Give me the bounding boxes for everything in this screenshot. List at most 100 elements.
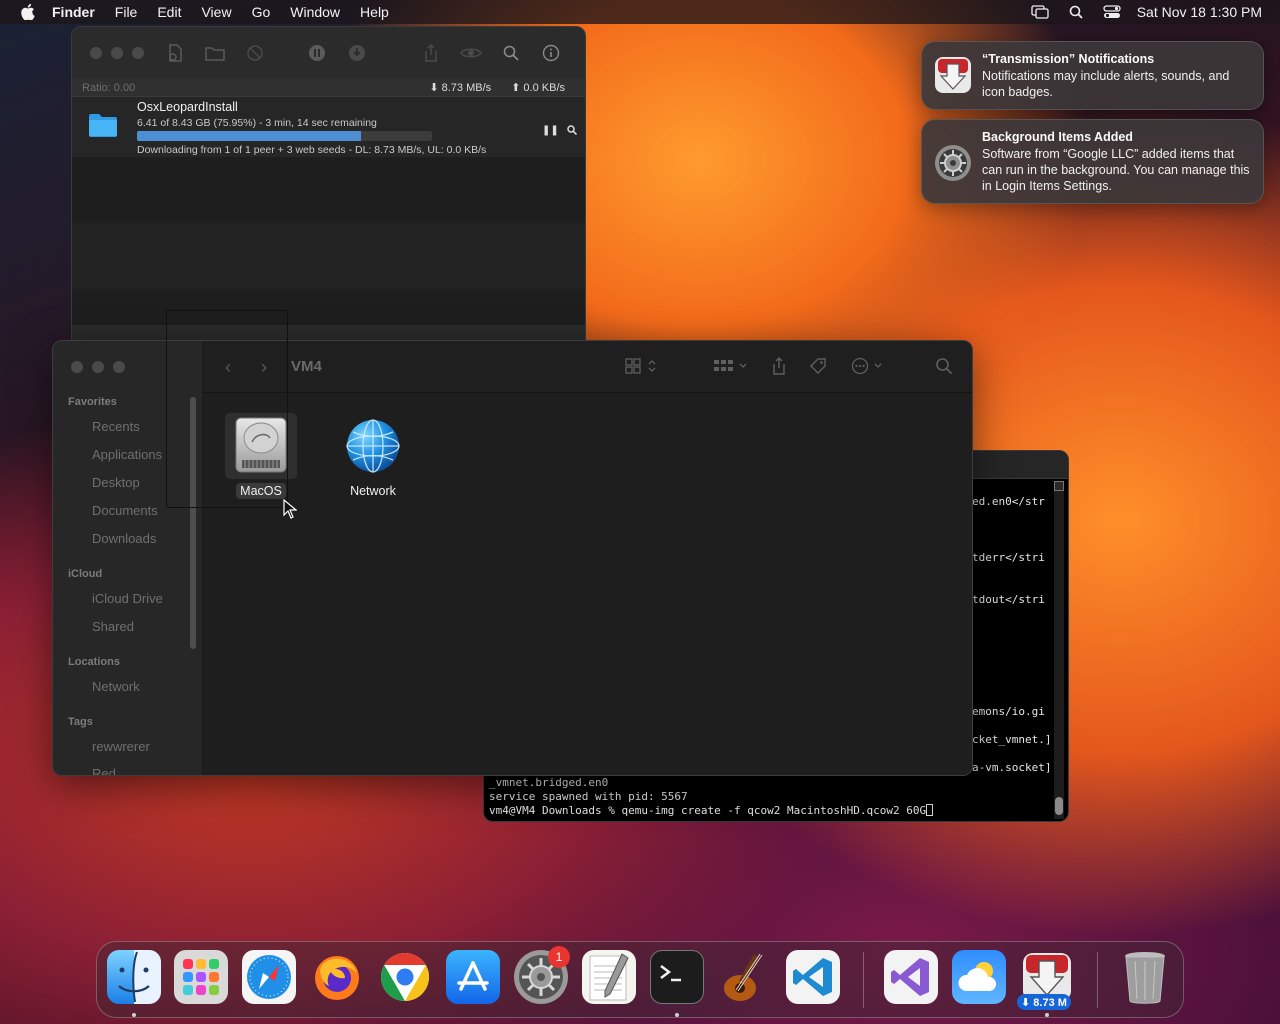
inspector-info-icon[interactable] <box>540 42 562 64</box>
file-item-network[interactable]: Network <box>328 413 418 500</box>
sidebar-header-tags: Tags <box>68 716 93 728</box>
terminal-scrollbar[interactable] <box>1054 481 1064 819</box>
menu-bar: Finder File Edit View Go Window Help Sat… <box>0 0 1280 24</box>
torrent-progress-fill <box>137 131 362 141</box>
menu-app-finder[interactable]: Finder <box>52 4 95 20</box>
dock-finder-icon[interactable] <box>107 950 161 1004</box>
apple-menu-icon[interactable] <box>18 2 38 22</box>
hard-drive-icon <box>225 413 297 479</box>
scroll-up-arrow-icon[interactable] <box>1054 481 1064 491</box>
sidebar-header-icloud: iCloud <box>68 568 103 580</box>
finder-toolbar: ‹ › VM4 <box>203 341 972 393</box>
close-button[interactable] <box>90 47 102 59</box>
dock-terminal-icon[interactable] <box>650 950 704 1004</box>
sidebar-item-tag-rewwrerer[interactable]: rewwrerer <box>92 739 150 754</box>
open-torrent-folder-icon[interactable] <box>204 42 226 64</box>
more-actions-icon[interactable] <box>851 357 887 379</box>
dock-textedit-icon[interactable] <box>582 950 636 1004</box>
network-globe-icon <box>337 413 409 479</box>
control-center-icon[interactable] <box>1103 5 1121 19</box>
menu-go[interactable]: Go <box>252 4 271 20</box>
quick-look-eye-icon[interactable] <box>460 42 482 64</box>
dock-visual-studio-icon[interactable] <box>884 950 938 1004</box>
remove-torrent-icon[interactable] <box>244 42 266 64</box>
finder-content-area[interactable]: MacOS Network <box>203 393 972 775</box>
notification-title: Background Items Added <box>982 130 1133 144</box>
dock-system-settings-icon[interactable]: 1 <box>514 946 570 1004</box>
menu-edit[interactable]: Edit <box>157 4 181 20</box>
notification-body: Software from “Google LLC” added items t… <box>982 147 1250 193</box>
folder-icon <box>88 112 118 138</box>
dock-safari-icon[interactable] <box>242 950 296 1004</box>
minimize-button[interactable] <box>111 47 123 59</box>
share-icon[interactable] <box>771 357 787 379</box>
view-mode-grid-icon[interactable] <box>625 357 659 379</box>
total-download-rate: ⬇ 8.73 MB/s <box>429 81 491 94</box>
notification-transmission[interactable]: “Transmission” Notifications Notificatio… <box>921 41 1264 110</box>
group-by-icon[interactable] <box>713 357 751 379</box>
terminal-scroll-thumb[interactable] <box>1055 797 1063 815</box>
sidebar-item-shared[interactable]: Shared <box>92 619 134 634</box>
transmission-status-bar: Ratio: 0.00 ⬇ 8.73 MB/s ⬆ 0.0 KB/s <box>72 79 585 97</box>
ratio-label[interactable]: Ratio: 0.00 <box>82 82 135 94</box>
torrent-list-empty-row <box>72 157 585 223</box>
terminal-text-fragment: tderr</stri <box>972 551 1045 564</box>
menu-help[interactable]: Help <box>360 4 389 20</box>
sidebar-scrollbar[interactable] <box>190 397 196 649</box>
file-item-macos[interactable]: MacOS <box>216 413 306 500</box>
dock-launchpad-icon[interactable] <box>174 950 228 1004</box>
dock-weather-icon[interactable] <box>952 950 1006 1004</box>
menu-window[interactable]: Window <box>290 4 340 20</box>
transmission-app-icon <box>934 56 972 94</box>
dock-app-store-icon[interactable] <box>446 950 500 1004</box>
zoom-button[interactable] <box>132 47 144 59</box>
system-settings-gear-icon <box>934 144 972 182</box>
sidebar-item-desktop[interactable]: Desktop <box>92 475 140 490</box>
reveal-torrent-icon[interactable] <box>567 125 577 138</box>
finder-sidebar: Favorites Recents Applications Desktop D… <box>53 341 203 775</box>
window-controls <box>71 361 125 373</box>
dock-trash-icon[interactable] <box>1118 950 1172 1004</box>
sidebar-item-icloud-drive[interactable]: iCloud Drive <box>92 591 163 606</box>
terminal-text-fragment: ed.en0</str <box>972 495 1045 508</box>
sidebar-item-recents[interactable]: Recents <box>92 419 140 434</box>
dock-chrome-icon[interactable] <box>378 950 432 1004</box>
sidebar-item-tag-red[interactable]: Red <box>92 766 116 775</box>
forward-chevron-icon[interactable]: › <box>261 357 267 378</box>
sidebar-item-downloads[interactable]: Downloads <box>92 531 156 546</box>
sidebar-item-applications[interactable]: Applications <box>92 447 162 462</box>
dock: 1 ⬇ 8.73 M <box>96 941 1184 1018</box>
total-upload-rate: ⬆ 0.0 KB/s <box>511 81 565 94</box>
torrent-name: OsxLeopardInstall <box>137 100 238 114</box>
terminal-cursor <box>926 804 934 816</box>
zoom-button[interactable] <box>113 361 125 373</box>
torrent-row[interactable]: OsxLeopardInstall 6.41 of 8.43 GB (75.95… <box>72 97 585 157</box>
menu-clock[interactable]: Sat Nov 18 1:30 PM <box>1137 4 1262 20</box>
dock-vscode-icon[interactable] <box>786 950 840 1004</box>
filter-search-icon[interactable] <box>500 42 522 64</box>
sidebar-item-documents[interactable]: Documents <box>92 503 158 518</box>
close-button[interactable] <box>71 361 83 373</box>
menu-file[interactable]: File <box>115 4 138 20</box>
share-icon[interactable] <box>420 42 442 64</box>
pause-all-icon[interactable] <box>306 42 328 64</box>
notification-title: “Transmission” Notifications <box>982 52 1155 66</box>
spotlight-search-icon[interactable] <box>1067 5 1085 19</box>
screen-mirroring-icon[interactable] <box>1031 5 1049 19</box>
create-torrent-icon[interactable] <box>164 42 186 64</box>
pause-torrent-icon[interactable]: ❚❚ <box>542 125 559 138</box>
sidebar-item-network[interactable]: Network <box>92 679 140 694</box>
tag-icon[interactable] <box>809 357 827 379</box>
dock-garageband-icon[interactable] <box>718 950 772 1004</box>
search-icon[interactable] <box>935 357 953 379</box>
dock-firefox-icon[interactable] <box>310 950 364 1004</box>
terminal-prompt-line[interactable]: vm4@VM4 Downloads % qemu-img create -f q… <box>489 804 934 817</box>
transmission-window: Ratio: 0.00 ⬇ 8.73 MB/s ⬆ 0.0 KB/s OsxLe… <box>71 26 586 346</box>
minimize-button[interactable] <box>92 361 104 373</box>
menu-view[interactable]: View <box>201 4 231 20</box>
dock-transmission-icon[interactable]: ⬇ 8.73 M <box>1017 950 1074 1010</box>
file-item-label: MacOS <box>236 483 286 499</box>
notification-background-items[interactable]: Background Items Added Software from “Go… <box>921 119 1264 204</box>
back-chevron-icon[interactable]: ‹ <box>225 357 231 378</box>
resume-all-icon[interactable] <box>346 42 368 64</box>
